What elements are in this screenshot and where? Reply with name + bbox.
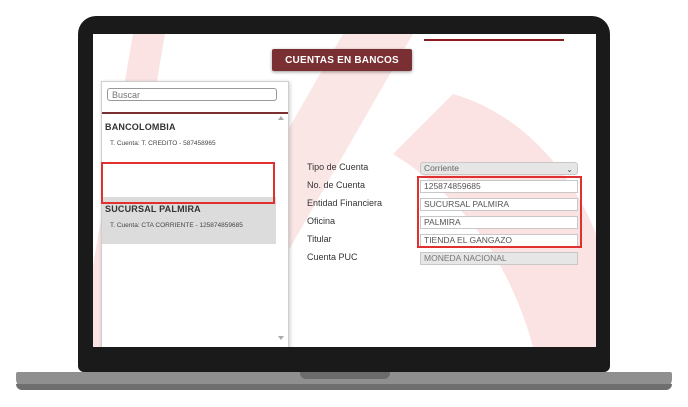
- chevron-down-icon: ⌄: [566, 165, 573, 174]
- list-item-detail[interactable]: T. Cuenta: T. CREDITO - 587458965: [110, 140, 216, 147]
- list-item-detail[interactable]: T. Cuenta: CTA CORRIENTE - 125874859685: [110, 222, 243, 229]
- list-item-name[interactable]: SUCURSAL PALMIRA: [105, 204, 201, 214]
- list-scrollbar[interactable]: [276, 114, 286, 344]
- list-header: [102, 82, 288, 114]
- label-titular: Titular: [307, 234, 332, 244]
- cuenta-puc-field[interactable]: MONEDA NACIONAL: [420, 252, 578, 265]
- list-item-name[interactable]: BANCOLOMBIA: [105, 122, 176, 132]
- label-tipo-cuenta: Tipo de Cuenta: [307, 162, 369, 172]
- label-cuenta-puc: Cuenta PUC: [307, 252, 358, 262]
- search-input[interactable]: [107, 88, 277, 101]
- label-entidad-financiera: Entidad Financiera: [307, 198, 383, 208]
- laptop-base-edge: [16, 384, 672, 390]
- highlight-account-details: [417, 176, 582, 248]
- laptop-screen: CUENTAS EN BANCOS BANCOLOMBIA T. Cuenta:…: [93, 34, 596, 347]
- tipo-cuenta-value: Corriente: [424, 163, 459, 173]
- cuentas-en-bancos-button[interactable]: CUENTAS EN BANCOS: [272, 49, 412, 71]
- accounts-list-panel: BANCOLOMBIA T. Cuenta: T. CREDITO - 5874…: [101, 81, 289, 347]
- tipo-cuenta-select[interactable]: Corriente ⌄: [420, 162, 578, 175]
- highlight-selected-account: [101, 162, 275, 204]
- scroll-down-icon[interactable]: [278, 336, 284, 340]
- scroll-up-icon[interactable]: [278, 116, 284, 120]
- label-oficina: Oficina: [307, 216, 336, 226]
- label-no-cuenta: No. de Cuenta: [307, 180, 366, 190]
- laptop-notch: [300, 372, 390, 379]
- top-accent-line: [424, 39, 564, 41]
